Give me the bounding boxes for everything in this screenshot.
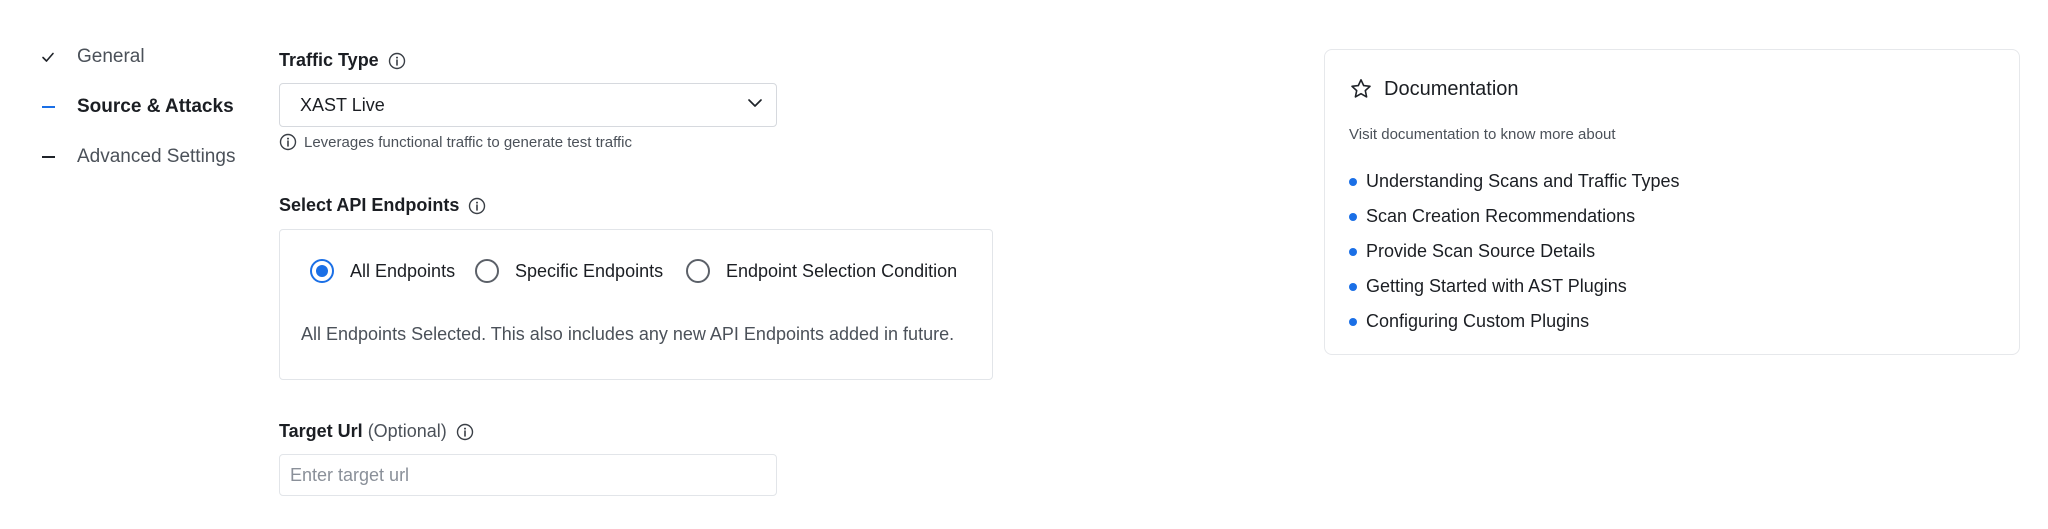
bullet-icon	[1349, 177, 1357, 186]
doc-link-custom-plugins[interactable]: Configuring Custom Plugins	[1349, 304, 1680, 339]
traffic-type-title: Traffic Type	[279, 50, 379, 70]
radio-circle	[310, 259, 334, 283]
info-icon[interactable]	[456, 423, 474, 441]
info-icon[interactable]	[388, 52, 406, 70]
step-label: General	[77, 46, 145, 67]
check-icon	[38, 50, 58, 64]
target-url-input[interactable]	[279, 454, 777, 496]
doc-link-text: Understanding Scans and Traffic Types	[1366, 171, 1680, 191]
radio-specific-endpoints[interactable]: Specific Endpoints	[475, 259, 663, 283]
documentation-card: Documentation Visit documentation to kno…	[1324, 49, 2020, 355]
doc-link-ast-plugins[interactable]: Getting Started with AST Plugins	[1349, 269, 1680, 304]
dash-icon	[38, 106, 58, 108]
api-endpoints-label: Select API Endpoints	[279, 195, 486, 216]
traffic-type-value: XAST Live	[300, 94, 385, 115]
documentation-links: Understanding Scans and Traffic Types Sc…	[1349, 164, 1680, 339]
radio-label: Endpoint Selection Condition	[726, 260, 958, 281]
target-url-title: Target Url	[279, 421, 363, 441]
radio-circle	[686, 259, 710, 283]
radio-circle	[475, 259, 499, 283]
bullet-icon	[1349, 212, 1357, 221]
traffic-type-label: Traffic Type	[279, 50, 406, 71]
step-label: Source & Attacks	[77, 96, 234, 117]
step-source-attacks[interactable]: Source & Attacks	[38, 96, 234, 118]
hint-text: Leverages functional traffic to generate…	[304, 133, 632, 151]
bullet-icon	[1349, 247, 1357, 256]
step-general[interactable]: General	[38, 46, 145, 68]
doc-link-understanding-scans[interactable]: Understanding Scans and Traffic Types	[1349, 164, 1680, 199]
chevron-down-icon	[746, 94, 764, 117]
info-icon	[279, 133, 297, 151]
radio-label: Specific Endpoints	[515, 260, 664, 281]
step-label: Advanced Settings	[77, 146, 236, 167]
dash-icon	[38, 156, 58, 158]
documentation-subtitle: Visit documentation to know more about	[1349, 126, 1616, 143]
endpoint-selection-panel: All Endpoints Specific Endpoints Endpoin…	[279, 229, 993, 380]
radio-label: All Endpoints	[350, 260, 456, 281]
api-endpoints-title: Select API Endpoints	[279, 195, 460, 215]
documentation-title: Documentation	[1384, 77, 1519, 100]
traffic-type-select[interactable]: XAST Live	[279, 83, 777, 127]
doc-link-text: Provide Scan Source Details	[1366, 241, 1596, 261]
radio-all-endpoints[interactable]: All Endpoints	[310, 259, 455, 283]
traffic-type-hint: Leverages functional traffic to generate…	[279, 133, 632, 151]
bullet-icon	[1349, 317, 1357, 326]
radio-endpoint-selection-condition[interactable]: Endpoint Selection Condition	[686, 259, 957, 283]
endpoint-selection-description: All Endpoints Selected. This also includ…	[301, 324, 955, 344]
step-advanced-settings[interactable]: Advanced Settings	[38, 146, 235, 168]
target-url-label: Target Url (Optional)	[279, 421, 474, 442]
bullet-icon	[1349, 282, 1357, 291]
doc-link-scan-creation[interactable]: Scan Creation Recommendations	[1349, 199, 1680, 234]
doc-link-text: Scan Creation Recommendations	[1366, 206, 1636, 226]
star-icon	[1349, 77, 1373, 101]
doc-link-scan-source[interactable]: Provide Scan Source Details	[1349, 234, 1680, 269]
doc-link-text: Configuring Custom Plugins	[1366, 311, 1590, 331]
info-icon[interactable]	[468, 197, 486, 215]
doc-link-text: Getting Started with AST Plugins	[1366, 276, 1627, 296]
optional-tag: (Optional)	[367, 421, 447, 441]
documentation-header: Documentation	[1349, 77, 1519, 101]
